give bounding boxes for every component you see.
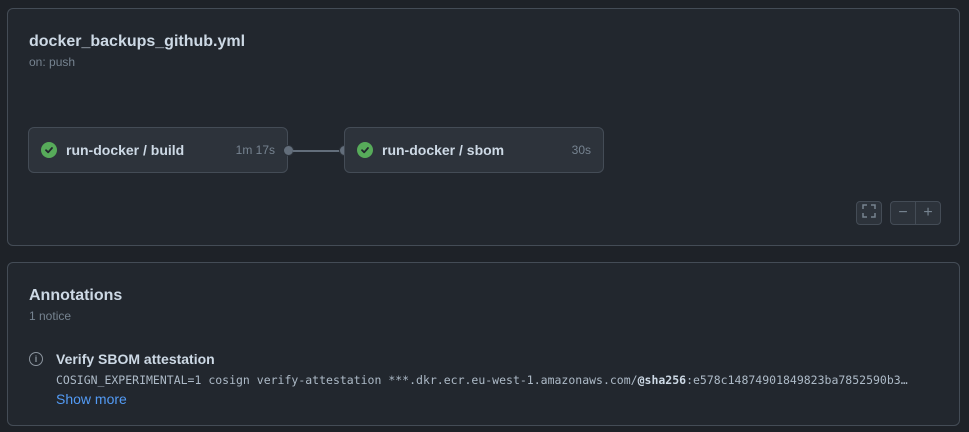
annotations-panel: Annotations 1 notice i Verify SBOM attes…	[7, 262, 960, 426]
annotation-message-suffix: :e578c14874901849823ba7852590b3…	[686, 373, 908, 387]
minus-icon: −	[898, 204, 908, 221]
annotation-message-prefix: COSIGN_EXPERIMENTAL=1 cosign verify-atte…	[56, 373, 638, 387]
show-more-link[interactable]: Show more	[56, 391, 127, 407]
annotations-title: Annotations	[29, 287, 123, 304]
success-check-icon	[357, 142, 373, 158]
workflow-filename: docker_backups_github.yml	[29, 33, 246, 50]
fullscreen-button[interactable]	[856, 201, 882, 225]
annotation-title: Verify SBOM attestation	[56, 351, 215, 367]
annotation-message: COSIGN_EXPERIMENTAL=1 cosign verify-atte…	[56, 373, 946, 387]
job-duration: 1m 17s	[235, 143, 275, 157]
job-name: run-docker / build	[66, 142, 185, 158]
job-duration: 30s	[571, 143, 591, 157]
fullscreen-icon	[862, 204, 876, 222]
job-card-sbom[interactable]: run-docker / sbom 30s	[344, 127, 604, 173]
plus-icon: +	[923, 204, 933, 221]
annotation-message-digest-label: @sha256	[637, 373, 687, 387]
job-connector-line	[293, 150, 344, 152]
success-check-icon	[41, 142, 57, 158]
workflow-graph-panel: docker_backups_github.yml on: push run-d…	[7, 8, 960, 246]
job-name: run-docker / sbom	[382, 142, 505, 158]
workflow-trigger: on: push	[29, 55, 76, 69]
annotations-count: 1 notice	[29, 309, 72, 323]
zoom-in-button[interactable]: +	[915, 201, 941, 225]
job-card-build[interactable]: run-docker / build 1m 17s	[28, 127, 288, 173]
zoom-out-button[interactable]: −	[890, 201, 916, 225]
info-icon: i	[29, 352, 43, 366]
